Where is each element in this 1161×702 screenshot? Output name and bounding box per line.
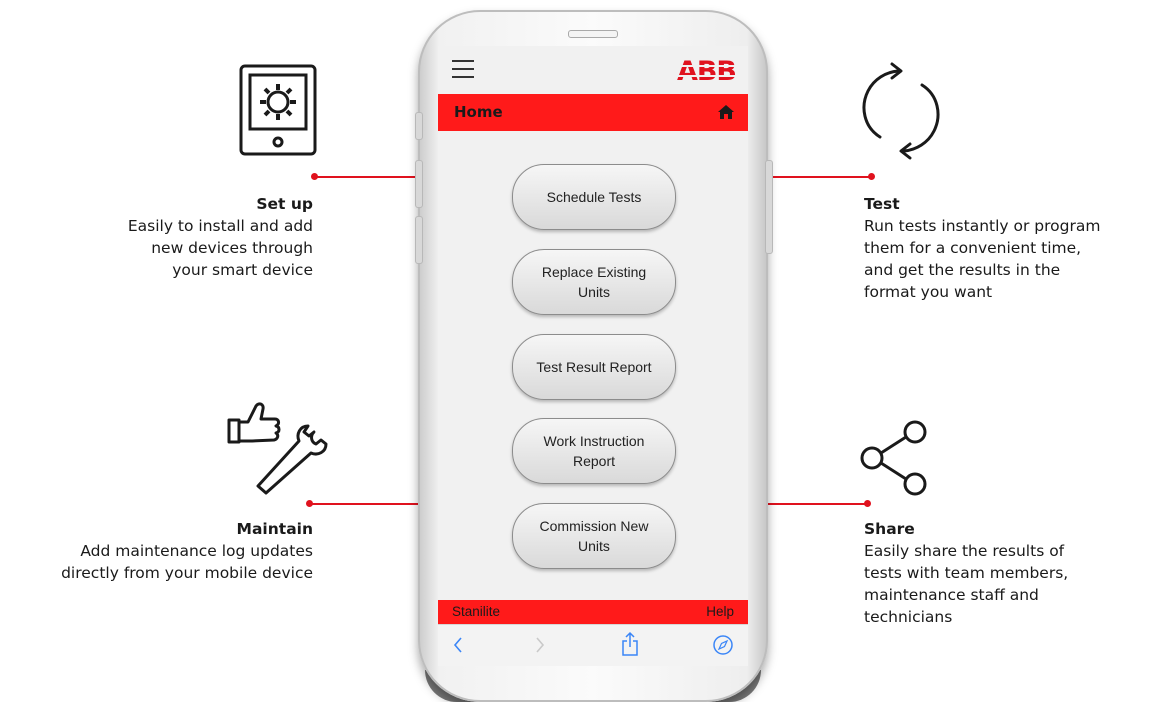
feature-maintain: Maintain Add maintenance log updates dir… xyxy=(0,518,313,584)
commission-new-units-button[interactable]: Commission New Units xyxy=(512,503,676,569)
thumbs-up-wrench-icon xyxy=(227,402,328,495)
feature-maintain-description: Add maintenance log updates directly fro… xyxy=(61,542,313,582)
connector-line-setup xyxy=(315,176,420,178)
phone-volume-down-button xyxy=(415,216,423,264)
home-header-bar: Home xyxy=(438,94,748,131)
phone-screen: ABB Home Schedule Tests Replace Existing… xyxy=(438,46,748,666)
phone-volume-up-button xyxy=(415,160,423,208)
browser-toolbar xyxy=(438,624,748,666)
feature-setup-title: Set up xyxy=(256,195,313,213)
feature-test-title: Test xyxy=(864,195,900,213)
connector-dot-share xyxy=(864,500,871,507)
phone-mute-switch xyxy=(415,112,423,140)
refresh-cycle-icon xyxy=(862,62,940,160)
feature-share-description: Easily share the results of tests with t… xyxy=(864,542,1069,626)
home-icon[interactable] xyxy=(718,105,734,119)
feature-maintain-title: Maintain xyxy=(236,520,313,538)
feature-test-description: Run tests instantly or program them for … xyxy=(864,217,1101,301)
footer-help-link[interactable]: Help xyxy=(706,604,734,619)
phone-speaker xyxy=(568,30,618,38)
home-title: Home xyxy=(454,103,503,121)
feature-setup-description: Easily to install and add new devices th… xyxy=(127,217,313,279)
phone-power-button xyxy=(765,160,773,254)
feature-setup: Set up Easily to install and add new dev… xyxy=(0,193,313,281)
feature-share: Share Easily share the results of tests … xyxy=(864,518,1161,628)
connector-dot-test xyxy=(868,173,875,180)
feature-test: Test Run tests instantly or program them… xyxy=(864,193,1161,303)
share-action-icon[interactable] xyxy=(621,631,639,657)
connector-line-share xyxy=(768,503,866,505)
hamburger-menu-icon[interactable] xyxy=(452,60,474,84)
share-nodes-icon xyxy=(860,420,927,496)
schedule-tests-button[interactable]: Schedule Tests xyxy=(512,164,676,230)
app-footer-bar: Stanilite Help xyxy=(438,600,748,624)
abb-logo-stripes xyxy=(672,65,736,77)
connector-line-test xyxy=(768,176,871,178)
work-instruction-report-button[interactable]: Work Instruction Report xyxy=(512,418,676,484)
connector-line-maintain xyxy=(310,503,420,505)
compass-icon[interactable] xyxy=(712,634,734,656)
back-icon[interactable] xyxy=(452,635,464,655)
replace-existing-units-button[interactable]: Replace Existing Units xyxy=(512,249,676,315)
forward-icon[interactable] xyxy=(534,635,546,655)
tablet-gear-icon xyxy=(239,64,317,156)
footer-stanilite-link[interactable]: Stanilite xyxy=(452,604,500,619)
test-result-report-button[interactable]: Test Result Report xyxy=(512,334,676,400)
feature-share-title: Share xyxy=(864,520,915,538)
